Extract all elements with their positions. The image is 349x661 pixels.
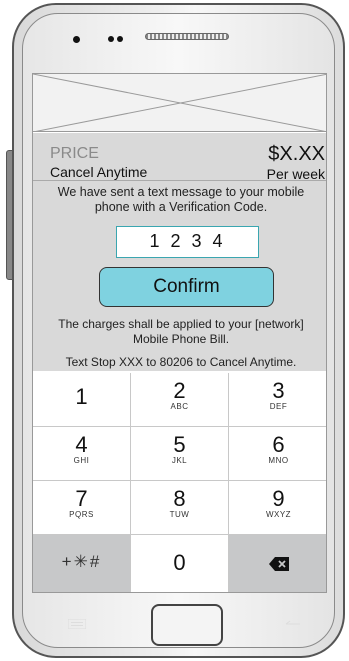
phone-screen: PRICE Cancel Anytime $X.XX Per week We h… <box>32 73 327 593</box>
key-symbols[interactable]: +✳# <box>33 535 131 592</box>
backspace-icon <box>269 557 289 571</box>
confirm-button[interactable]: Confirm <box>99 267 274 307</box>
key-digit: 1 <box>75 384 88 409</box>
key-1[interactable]: 1 <box>33 373 131 427</box>
charges-notice: The charges shall be applied to your [ne… <box>58 317 304 346</box>
sensor-icon <box>117 36 123 42</box>
verification-message: We have sent a text message to your mobi… <box>57 185 305 214</box>
image-placeholder-icon <box>33 74 326 132</box>
key-3[interactable]: 3 DEF <box>229 373 326 427</box>
key-digit: 7 <box>75 486 88 511</box>
key-digit: 2 <box>173 378 186 403</box>
home-button[interactable] <box>151 604 223 646</box>
back-hw-icon[interactable] <box>284 619 302 629</box>
delete-key[interactable] <box>229 535 326 592</box>
key-7[interactable]: 7 PQRS <box>33 481 131 535</box>
key-8[interactable]: 8 TUW <box>131 481 229 535</box>
key-digit: 3 <box>272 378 285 403</box>
key-5[interactable]: 5 JKL <box>131 427 229 481</box>
key-digit: 5 <box>173 432 186 457</box>
key-4[interactable]: 4 GHI <box>33 427 131 481</box>
key-digit: 6 <box>272 432 285 457</box>
key-letters: WXYZ <box>265 510 292 519</box>
key-letters: PQRS <box>69 510 94 519</box>
subscription-panel: PRICE Cancel Anytime $X.XX Per week We h… <box>33 133 326 371</box>
billing-period: Per week <box>266 166 325 182</box>
key-letters: DEF <box>269 402 288 411</box>
menu-hw-icon[interactable] <box>68 619 86 629</box>
key-symbols-label: +✳# <box>61 552 102 571</box>
key-letters: JKL <box>171 456 188 465</box>
key-digit: 9 <box>272 486 285 511</box>
key-letters: ABC <box>170 402 189 411</box>
key-letters: GHI <box>73 456 90 465</box>
speaker-grille <box>145 33 229 40</box>
banner-image-placeholder <box>33 74 326 132</box>
cancel-anytime-label: Cancel Anytime <box>50 164 148 180</box>
key-digit: 4 <box>75 432 88 457</box>
key-letters: TUW <box>169 510 190 519</box>
price-label: PRICE <box>50 145 99 162</box>
verification-code-input[interactable]: 1 2 3 4 <box>116 226 259 258</box>
key-digit: 0 <box>173 550 186 575</box>
price-value: $X.XX <box>268 143 325 165</box>
price-row: PRICE Cancel Anytime $X.XX Per week <box>33 133 326 182</box>
key-2[interactable]: 2 ABC <box>131 373 229 427</box>
sensor-icon <box>108 36 114 42</box>
stop-instructions: Text Stop XXX to 80206 to Cancel Anytime… <box>65 355 297 369</box>
front-camera-icon <box>73 36 80 43</box>
volume-button <box>6 150 13 280</box>
numeric-keypad: 1 2 ABC 3 DEF 4 GHI 5 JKL 6 MNO 7 PQRS 8 <box>33 373 326 592</box>
key-6[interactable]: 6 MNO <box>229 427 326 481</box>
key-letters: MNO <box>268 456 289 465</box>
key-digit: 8 <box>173 486 186 511</box>
key-9[interactable]: 9 WXYZ <box>229 481 326 535</box>
key-0[interactable]: 0 <box>131 535 229 592</box>
